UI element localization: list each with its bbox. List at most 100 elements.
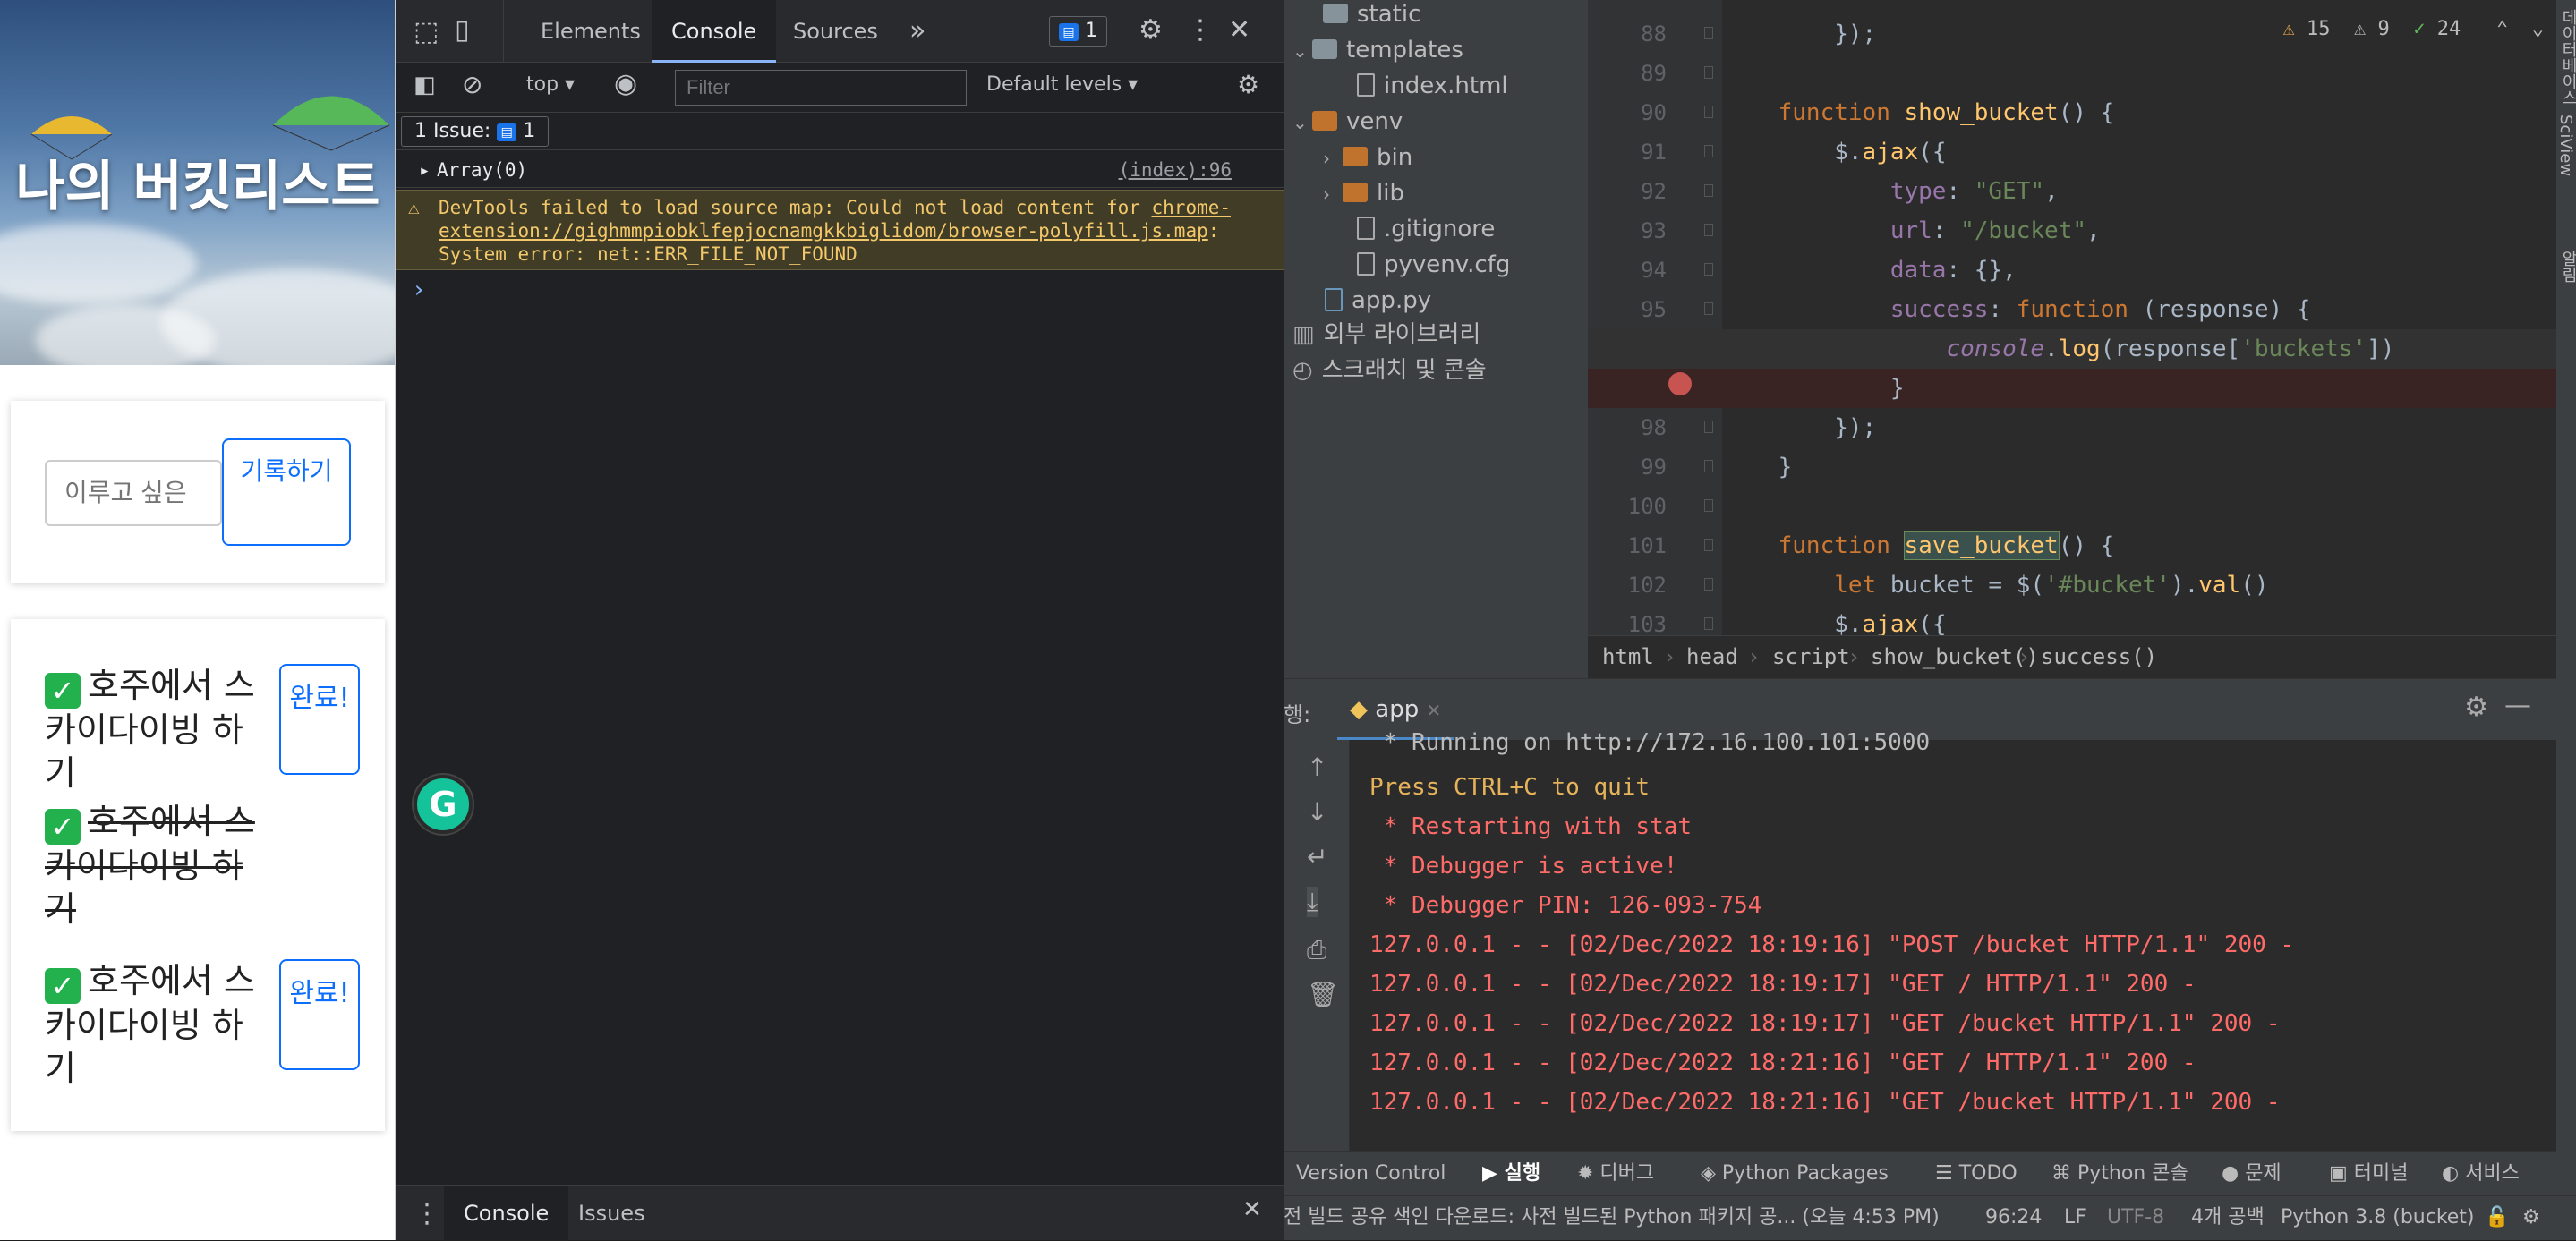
- tree-item-index-html[interactable]: index.html: [1357, 68, 1508, 104]
- lock-icon[interactable]: 🔓: [2485, 1196, 2509, 1239]
- chevron-down-icon[interactable]: ⌄: [1292, 33, 1312, 69]
- file-encoding[interactable]: UTF-8: [2107, 1196, 2164, 1239]
- tree-item-gitignore[interactable]: .gitignore: [1357, 211, 1495, 247]
- device-toolbar-icon[interactable]: ▯: [455, 14, 470, 46]
- inspect-element-icon[interactable]: ⬚: [414, 16, 439, 47]
- breadcrumb-item[interactable]: show_bucket(): [1871, 636, 2039, 677]
- soft-wrap-icon[interactable]: ↵: [1307, 842, 1327, 871]
- close-drawer-icon[interactable]: ✕: [1242, 1196, 1262, 1223]
- indent-setting[interactable]: 4개 공백: [2191, 1196, 2265, 1239]
- code-line[interactable]: function show_bucket() {: [1588, 93, 2556, 132]
- code-line[interactable]: let bucket = $('#bucket').val(): [1588, 565, 2556, 605]
- tab-sources[interactable]: Sources: [793, 0, 878, 63]
- done-button[interactable]: 완료!: [279, 959, 360, 1070]
- code-line[interactable]: });: [1588, 408, 2556, 447]
- tree-item-static[interactable]: static: [1323, 0, 1420, 32]
- print-icon[interactable]: ⎙: [1307, 935, 1326, 965]
- gear-icon[interactable]: ⚙: [1139, 14, 1163, 46]
- log-source-link[interactable]: (index):96: [1119, 152, 1232, 188]
- notifications-tab[interactable]: 알림: [2556, 251, 2576, 283]
- done-button[interactable]: 완료!: [279, 664, 360, 775]
- code-line[interactable]: [1588, 487, 2556, 526]
- breadcrumb-item[interactable]: script: [1772, 636, 1850, 677]
- tree-item-venv[interactable]: ⌄ venv: [1292, 104, 1403, 140]
- bucket-input[interactable]: [45, 460, 222, 526]
- code-editor[interactable]: 888990919293949596979899100101102103 });…: [1588, 0, 2556, 678]
- tool-tab[interactable]: ☰ TODO: [1935, 1152, 2017, 1196]
- tool-tab[interactable]: ● 문제: [2222, 1152, 2282, 1196]
- chevron-right-icon[interactable]: ›: [1323, 140, 1343, 176]
- tree-item-external-libraries[interactable]: ▥ 외부 라이브러리: [1292, 317, 1480, 353]
- close-icon[interactable]: ✕: [1228, 14, 1250, 46]
- inspection-widget[interactable]: ⚠ 15 ⚠ 9 ✓ 24 ⌃ ⌄: [2283, 18, 2545, 40]
- arrow-down-icon[interactable]: ↓: [1307, 797, 1327, 827]
- tree-item-lib[interactable]: › lib: [1323, 175, 1404, 211]
- sciview-tab[interactable]: SciView: [2556, 115, 2575, 176]
- drawer-tab-console[interactable]: Console: [444, 1186, 569, 1241]
- chevron-down-icon[interactable]: ⌄: [1292, 105, 1312, 140]
- trash-icon[interactable]: 🗑: [1307, 980, 1339, 1009]
- tab-elements[interactable]: Elements: [541, 0, 641, 63]
- tool-tab[interactable]: ▶ 실행: [1482, 1152, 1540, 1196]
- kebab-menu-icon[interactable]: ⋮: [1187, 14, 1214, 46]
- code-line[interactable]: data: {},: [1588, 251, 2556, 290]
- tool-tab[interactable]: ⌘ Python 콘솔: [2051, 1152, 2188, 1196]
- tool-tab[interactable]: ✹ 디버그: [1577, 1152, 1654, 1196]
- save-bucket-button[interactable]: 기록하기: [222, 438, 351, 546]
- code-line[interactable]: type: "GET",: [1588, 172, 2556, 211]
- code-line[interactable]: success: function (response) {: [1588, 290, 2556, 329]
- console-filter-input[interactable]: [675, 70, 967, 106]
- tool-tab[interactable]: Version Control: [1296, 1152, 1446, 1196]
- context-selector[interactable]: top ▾: [526, 73, 575, 96]
- cursor-position[interactable]: 96:24: [1985, 1196, 2042, 1239]
- expand-triangle-icon[interactable]: ▸: [419, 152, 431, 188]
- breadcrumb-item[interactable]: head: [1686, 636, 1738, 677]
- tree-item-app-py[interactable]: app.py: [1325, 283, 1431, 319]
- status-message[interactable]: 전 빌드 공유 색인 다운로드: 사전 빌드된 Python 패키지 공... …: [1284, 1196, 1940, 1239]
- chevron-up-icon[interactable]: ⌃: [2496, 18, 2508, 40]
- code-line[interactable]: url: "/bucket",: [1588, 211, 2556, 251]
- clear-console-icon[interactable]: ⊘: [462, 70, 482, 99]
- minimize-icon[interactable]: —: [2504, 690, 2531, 721]
- code-line[interactable]: console.log(response['buckets']): [1588, 329, 2556, 369]
- code-line[interactable]: [1588, 54, 2556, 93]
- kebab-menu-icon[interactable]: ⋮: [414, 1198, 440, 1229]
- chevron-right-icon[interactable]: ›: [1323, 176, 1343, 212]
- tab-console[interactable]: Console: [652, 0, 777, 63]
- scroll-to-end-icon[interactable]: ⤓: [1307, 887, 1318, 917]
- breakpoint-icon[interactable]: [1668, 372, 1692, 395]
- console-settings-icon[interactable]: ⚙: [1237, 70, 1259, 99]
- grammarly-icon[interactable]: G: [414, 775, 473, 834]
- code-line[interactable]: }: [1588, 369, 2556, 408]
- issues-link[interactable]: 1 Issue: ▤ 1: [401, 116, 550, 147]
- output-line: 127.0.0.1 - - [02/Dec/2022 18:19:16] "PO…: [1369, 931, 2295, 958]
- tree-item-bin[interactable]: › bin: [1323, 140, 1412, 175]
- more-tabs-button[interactable]: »: [909, 0, 925, 63]
- issues-counter[interactable]: ▤ 1: [1049, 16, 1107, 47]
- code-line[interactable]: $.ajax({: [1588, 132, 2556, 172]
- tool-tab[interactable]: ◐ 서비스: [2442, 1152, 2520, 1196]
- drawer-tab-issues[interactable]: Issues: [578, 1186, 645, 1241]
- tree-item-templates[interactable]: ⌄ templates: [1292, 32, 1463, 68]
- code-line[interactable]: function save_bucket() {: [1588, 526, 2556, 565]
- arrow-up-icon[interactable]: ↑: [1307, 752, 1327, 782]
- tree-item-scratches[interactable]: ◴ 스크래치 및 콘솔: [1292, 353, 1487, 388]
- breadcrumb-item[interactable]: success(): [2041, 636, 2157, 677]
- tool-tab[interactable]: ▣ 터미널: [2329, 1152, 2409, 1196]
- sidebar-toggle-icon[interactable]: ◧: [414, 72, 436, 98]
- database-tab[interactable]: 데이터베이스: [2556, 9, 2576, 106]
- log-message[interactable]: Array(0): [437, 152, 527, 188]
- console-prompt[interactable]: ›: [396, 274, 1284, 306]
- event-log-icon[interactable]: ⚙: [2522, 1196, 2540, 1239]
- close-tab-icon[interactable]: ✕: [1426, 700, 1441, 721]
- python-interpreter[interactable]: Python 3.8 (bucket): [2281, 1196, 2475, 1239]
- line-separator[interactable]: LF: [2064, 1196, 2086, 1239]
- code-line[interactable]: }: [1588, 447, 2556, 487]
- log-levels-dropdown[interactable]: Default levels ▾: [986, 73, 1138, 96]
- chevron-down-icon[interactable]: ⌄: [2532, 18, 2544, 40]
- eye-icon[interactable]: ◉: [614, 68, 637, 99]
- tool-tab[interactable]: ◈ Python Packages: [1701, 1152, 1889, 1196]
- tree-item-pyvenv[interactable]: pyvenv.cfg: [1357, 247, 1510, 283]
- gear-icon[interactable]: ⚙: [2464, 692, 2488, 723]
- breadcrumb-item[interactable]: html: [1602, 636, 1654, 677]
